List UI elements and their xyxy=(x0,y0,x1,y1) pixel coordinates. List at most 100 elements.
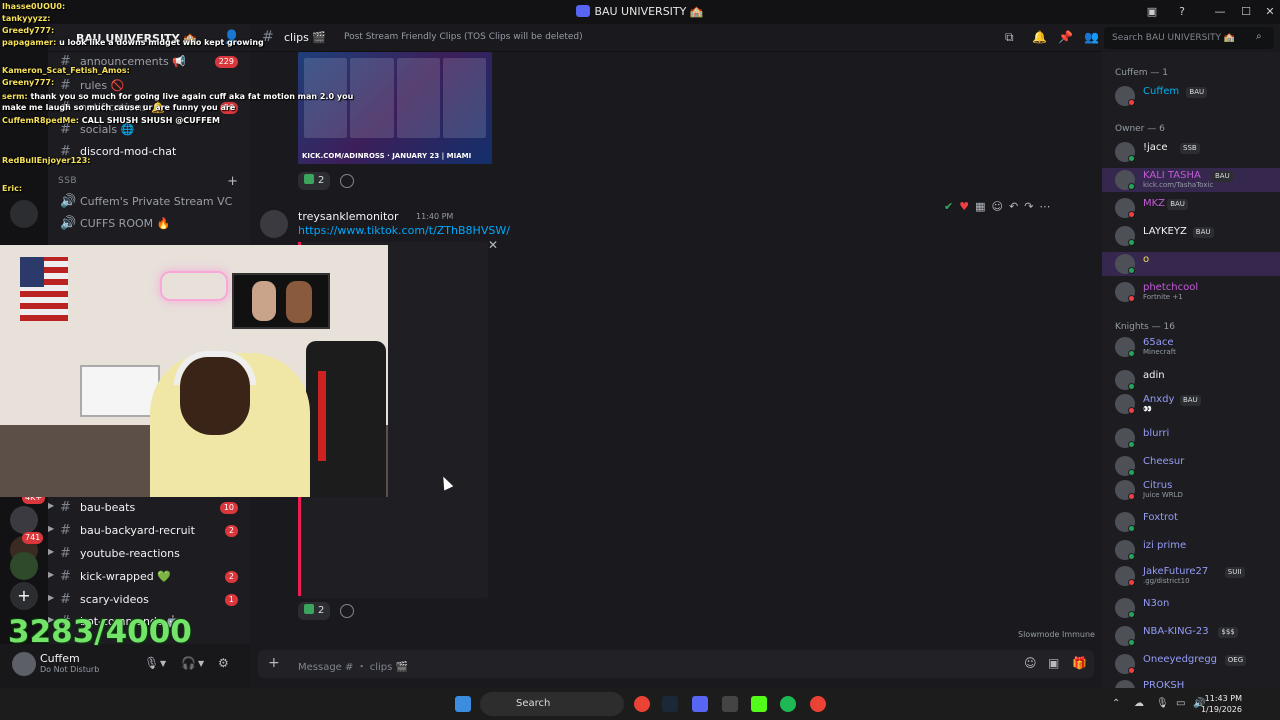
avatar[interactable] xyxy=(12,652,36,676)
cloud-icon[interactable]: ☁ xyxy=(1134,698,1144,709)
member-item[interactable]: Anxdy 👀 BAU xyxy=(1102,392,1280,416)
forward-icon[interactable]: ↷ xyxy=(1024,200,1033,218)
member-activity: Minecraft xyxy=(1143,348,1176,356)
more-icon[interactable]: ⋯ xyxy=(1039,200,1050,218)
member-item[interactable]: blurri xyxy=(1102,426,1280,450)
member-item[interactable]: KALI TASHA kick.com/TashaToxic BAU xyxy=(1102,168,1280,192)
steam-icon[interactable] xyxy=(662,696,678,712)
add-server-icon[interactable]: + xyxy=(10,582,38,610)
member-item[interactable]: Cheesur xyxy=(1102,454,1280,478)
window-title-text: BAU UNIVERSITY 🏫 xyxy=(594,5,704,18)
members-icon[interactable]: 👥 xyxy=(1084,30,1099,44)
tray-chevron-icon[interactable]: ⌃ xyxy=(1112,698,1120,709)
add-reaction-icon[interactable] xyxy=(340,174,354,188)
gift-icon[interactable]: 🎁 xyxy=(1072,656,1087,670)
message-author[interactable]: treysanklemonitor xyxy=(298,210,399,223)
microphone-icon[interactable]: 🎙 xyxy=(1156,698,1169,709)
chrome-icon[interactable] xyxy=(810,696,826,712)
presence-status-icon xyxy=(1128,493,1135,500)
message-input[interactable]: Message # ・ clips 🎬 xyxy=(298,658,408,673)
member-item[interactable]: Oneeyedgregg OEG xyxy=(1102,652,1280,676)
stream-chat-message: Ihasse0UOU0: xyxy=(2,2,65,11)
pin-icon[interactable]: 📌 xyxy=(1058,30,1073,44)
stream-chat-overlay: Ihasse0UOU0: tankyyyzz: Greedy777: papag… xyxy=(0,0,353,240)
bell-icon[interactable]: 🔔 xyxy=(1032,30,1047,44)
presence-status-icon xyxy=(1128,579,1135,586)
clock[interactable]: 11:43 PM 1/19/2026 xyxy=(1201,693,1242,715)
threads-icon[interactable]: ⧉ xyxy=(1005,30,1014,45)
channel-youtube-reactions[interactable]: ▶ # youtube-reactions xyxy=(48,544,250,564)
member-item[interactable]: Foxtrot xyxy=(1102,510,1280,534)
windows-start-icon[interactable] xyxy=(455,696,471,712)
slowmode-indicator: Slowmode Immune xyxy=(1018,630,1095,639)
sticker-icon[interactable]: ▣ xyxy=(1048,656,1059,670)
channel-topic[interactable]: Post Stream Friendly Clips (TOS Clips wi… xyxy=(344,32,583,42)
member-item[interactable]: adin xyxy=(1102,368,1280,392)
member-item[interactable]: PROKSH xyxy=(1102,678,1280,688)
member-name: phetchcool xyxy=(1143,282,1199,293)
stream-chat-user: Greeny777: xyxy=(2,78,55,87)
member-item[interactable]: Citrus Juice WRLD xyxy=(1102,478,1280,502)
member-name: adin xyxy=(1143,370,1165,381)
unread-badge: 1 xyxy=(224,594,238,606)
spotify-icon[interactable] xyxy=(780,696,796,712)
help-icon[interactable]: ? xyxy=(1168,0,1196,24)
channel-scary-videos[interactable]: ▶ # scary-videos 1 xyxy=(48,590,250,610)
neon-sign xyxy=(160,271,228,301)
channel-bau-beats[interactable]: ▶ # bau-beats 10 xyxy=(48,498,250,518)
reaction-checkmark[interactable]: 2 xyxy=(298,172,331,190)
headphones-icon[interactable]: 🎧 xyxy=(181,656,196,670)
flag-decoration xyxy=(20,257,68,321)
chevron-down-icon[interactable]: ▼ xyxy=(198,659,204,668)
member-item[interactable]: LAYKEYZ BAU xyxy=(1102,224,1280,248)
member-item[interactable]: phetchcool Fortnite +1 xyxy=(1102,280,1280,304)
member-item[interactable]: o xyxy=(1102,252,1280,276)
stream-chat-text: thank you so much for going live again c… xyxy=(30,92,354,101)
emoji-icon[interactable]: ☺ xyxy=(1024,656,1037,670)
upload-icon[interactable]: + xyxy=(268,655,280,671)
channel-kick-wrapped[interactable]: ▶ # kick-wrapped 💚 2 xyxy=(48,567,250,587)
chrome-icon[interactable] xyxy=(634,696,650,712)
hash-icon: # xyxy=(60,500,71,515)
reply-icon[interactable]: ↶ xyxy=(1009,200,1018,218)
message-image[interactable]: KICK.COM/ADINROSS · JANUARY 23 | MIAMI xyxy=(298,52,492,164)
network-icon[interactable]: ▭ xyxy=(1176,698,1185,709)
reaction-checkmark[interactable]: 2 xyxy=(298,602,331,620)
app-icon[interactable] xyxy=(722,696,738,712)
channel-bau-backyard-recruit[interactable]: ▶ # bau-backyard-recruit 2 xyxy=(48,521,250,541)
server-tag-badge: OEG xyxy=(1224,655,1247,666)
inbox-icon[interactable]: ▣ xyxy=(1138,0,1166,24)
member-item[interactable]: izi prime xyxy=(1102,538,1280,562)
add-reaction-icon[interactable] xyxy=(340,604,354,618)
heart-icon[interactable]: ♥ xyxy=(959,200,969,218)
server-icon[interactable] xyxy=(10,506,38,534)
microphone-icon[interactable]: 🎙 xyxy=(144,656,159,670)
add-reaction-icon[interactable]: ☺ xyxy=(992,200,1003,218)
user-name[interactable]: Cuffem xyxy=(40,652,80,665)
member-item[interactable]: 65ace Minecraft xyxy=(1102,335,1280,359)
member-list: Cuffem — 1 Owner — 6 Knights — 16 Cuffem… xyxy=(1102,52,1280,688)
member-item[interactable]: N3on xyxy=(1102,596,1280,620)
member-item[interactable]: !jace SSB xyxy=(1102,140,1280,164)
gear-icon[interactable]: ⚙ xyxy=(218,656,229,670)
discord-icon[interactable] xyxy=(692,696,708,712)
server-icon[interactable] xyxy=(10,552,38,580)
avatar[interactable] xyxy=(1115,680,1135,688)
search-input[interactable]: Search BAU UNIVERSITY 🏫 xyxy=(1104,27,1274,49)
close-button[interactable]: ✕ xyxy=(1256,0,1280,24)
channel-label: bau-beats xyxy=(80,501,136,514)
minimize-button[interactable]: — xyxy=(1206,0,1234,24)
checkmark-reaction-icon[interactable]: ✔ xyxy=(944,200,953,218)
chevron-down-icon[interactable]: ▼ xyxy=(160,659,166,668)
member-item[interactable]: MKZ BAU xyxy=(1102,196,1280,220)
kick-icon[interactable] xyxy=(751,696,767,712)
member-activity: Fortnite +1 xyxy=(1143,293,1183,301)
message-composer[interactable]: + Message # ・ clips 🎬 ☺ ▣ 🎁 xyxy=(258,650,1094,678)
message-link[interactable]: https://www.tiktok.com/t/ZThB8HVSW/ xyxy=(298,224,510,237)
member-item[interactable]: NBA-KING-23 $$$ xyxy=(1102,624,1280,648)
taskbar-search[interactable]: Search xyxy=(480,692,624,716)
member-item[interactable]: Cuffem BAU xyxy=(1102,84,1280,108)
bau-emote-icon[interactable]: ▦ xyxy=(975,200,985,218)
member-item[interactable]: JakeFuture27 .gg/district10 SUII xyxy=(1102,564,1280,588)
close-icon[interactable]: ✕ xyxy=(488,238,498,252)
